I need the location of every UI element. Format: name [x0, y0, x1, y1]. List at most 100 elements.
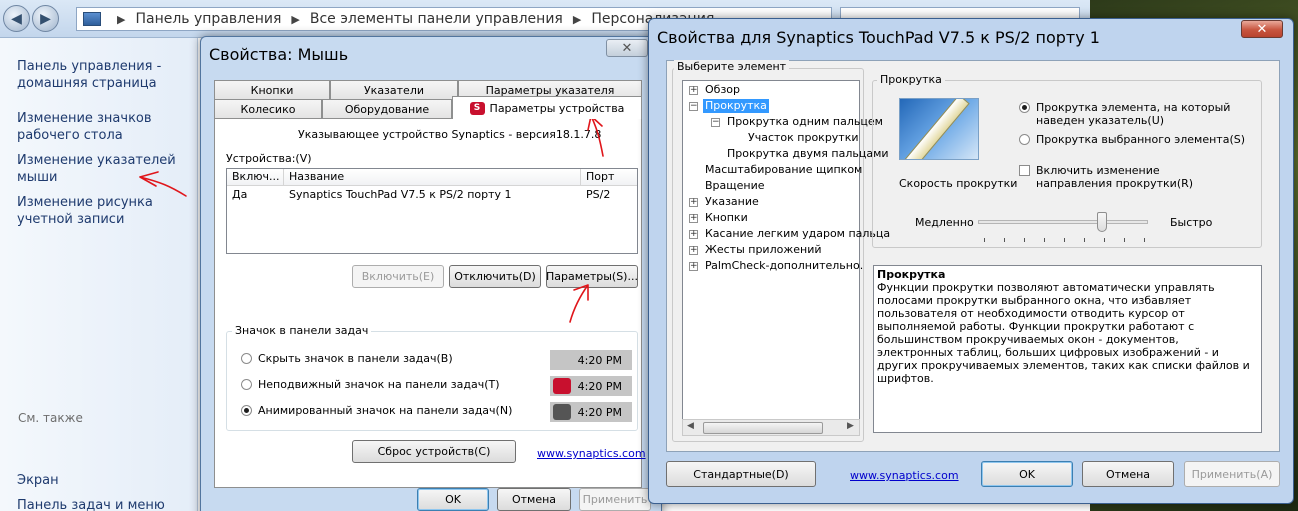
sidebar-link-desktop-icons[interactable]: Изменение значков рабочего стола [17, 110, 195, 144]
forward-icon[interactable]: ▶ [32, 5, 59, 32]
description-text: Функции прокрутки позволяют автоматическ… [877, 281, 1250, 385]
apply-button[interactable]: Применить [579, 488, 651, 511]
scrollbar-thumb[interactable] [703, 422, 823, 434]
tree-item-scroll-region[interactable]: Участок прокрутки [748, 131, 859, 145]
radio-static-icon[interactable] [241, 379, 252, 390]
device-version-text: Указывающее устройство Synaptics - верси… [298, 128, 602, 141]
tree-item-one-finger-scroll[interactable]: Прокрутка одним пальцем [727, 115, 883, 129]
see-also-label: См. также [18, 411, 83, 425]
tree-item-tapping[interactable]: Касание легким ударом пальца [705, 227, 890, 241]
defaults-button[interactable]: Стандартные(D) [666, 461, 816, 487]
radio-scroll-under-pointer-label[interactable]: Прокрутка элемента, на который наведен у… [1036, 101, 1251, 127]
window-title: Свойства для Synaptics TouchPad V7.5 к P… [657, 28, 1100, 47]
ok-button[interactable]: OK [981, 461, 1073, 487]
scrollbar-graphic [904, 99, 970, 159]
sidebar-link-account-picture[interactable]: Изменение рисунка учетной записи [17, 194, 195, 228]
tree-item-overview[interactable]: Обзор [705, 83, 740, 97]
close-icon[interactable]: ✕ [606, 39, 648, 57]
reverse-direction-label[interactable]: Включить изменение направления прокрутки… [1036, 164, 1236, 190]
slider-slow-label: Медленно [915, 216, 974, 229]
expand-icon[interactable]: + [689, 262, 698, 271]
devices-label: Устройства:(V) [226, 152, 312, 165]
column-header-name[interactable]: Название [284, 169, 581, 185]
synaptics-tray-icon [553, 378, 571, 394]
tree-item-rotation[interactable]: Вращение [705, 179, 765, 193]
animated-touchpad-icon [553, 404, 571, 420]
slider-tick [1124, 238, 1125, 242]
synaptics-link[interactable]: www.synaptics.com [537, 447, 646, 460]
synaptics-link[interactable]: www.synaptics.com [850, 469, 959, 482]
devices-list[interactable]: Включ... Название Порт Да Synaptics Touc… [226, 168, 638, 254]
radio-scroll-selected-label[interactable]: Прокрутка выбранного элемента(S) [1036, 133, 1245, 146]
tab-hardware[interactable]: Оборудование [322, 99, 452, 119]
tree-horizontal-scrollbar[interactable]: ◀ ▶ [682, 419, 860, 436]
chevron-right-icon: ▶ [572, 12, 582, 26]
disable-button[interactable]: Отключить(D) [449, 265, 541, 288]
table-row[interactable]: Да Synaptics TouchPad V7.5 к PS/2 порту … [227, 186, 637, 203]
radio-static-icon-label[interactable]: Неподвижный значок на панели задач(T) [258, 378, 500, 391]
clock-time: 4:20 PM [577, 379, 622, 393]
devices-list-header: Включ... Название Порт [227, 169, 637, 186]
breadcrumb-item[interactable]: Все элементы панели управления [310, 11, 563, 27]
synaptics-icon: S [469, 101, 485, 115]
tree-item-scrolling[interactable]: Прокрутка [703, 99, 769, 113]
scroll-speed-slider-track[interactable] [978, 220, 1148, 224]
breadcrumb-item[interactable]: Панель управления [135, 11, 281, 27]
tree-item-pinch-zoom[interactable]: Масштабирование щипком [705, 163, 862, 177]
collapse-icon[interactable]: − [711, 118, 720, 127]
tree-item-two-finger-scroll[interactable]: Прокрутка двумя пальцами [727, 147, 889, 161]
column-header-enabled[interactable]: Включ... [227, 169, 284, 185]
expand-icon[interactable]: + [689, 86, 698, 95]
tree-item-buttons[interactable]: Кнопки [705, 211, 748, 225]
see-also-link-taskbar[interactable]: Панель задач и меню [17, 498, 165, 511]
collapse-icon[interactable]: − [689, 102, 698, 111]
cancel-button[interactable]: Отмена [1082, 461, 1174, 487]
radio-hide-icon-label[interactable]: Скрыть значок в панели задач(B) [258, 352, 453, 365]
ok-button[interactable]: OK [417, 488, 489, 511]
scroll-speed-slider-thumb[interactable] [1097, 212, 1107, 232]
tree-item-palmcheck[interactable]: PalmCheck-дополнительно. [705, 259, 863, 273]
tab-wheel[interactable]: Колесико [214, 99, 322, 119]
radio-scroll-selected[interactable] [1019, 134, 1030, 145]
cell-enabled: Да [232, 188, 248, 201]
sidebar-link-home[interactable]: Панель управления - домашняя страница [17, 58, 195, 92]
reverse-direction-checkbox[interactable] [1019, 165, 1030, 176]
slider-tick [1004, 238, 1005, 242]
slider-fast-label: Быстро [1170, 216, 1213, 229]
see-also-link-display[interactable]: Экран [17, 473, 59, 488]
cell-name: Synaptics TouchPad V7.5 к PS/2 порту 1 [289, 188, 512, 201]
expand-icon[interactable]: + [689, 246, 698, 255]
scroll-right-icon[interactable]: ▶ [847, 421, 854, 431]
apply-button[interactable]: Применить(A) [1184, 461, 1280, 487]
tree-item-app-gestures[interactable]: Жесты приложений [705, 243, 822, 257]
scrolling-group-title: Прокрутка [877, 73, 945, 86]
tab-pointers[interactable]: Указатели [330, 80, 458, 100]
clock-time: 4:20 PM [577, 405, 622, 419]
control-panel-icon [83, 12, 101, 26]
enable-button[interactable]: Включить(E) [352, 265, 444, 288]
reset-devices-button[interactable]: Сброс устройств(C) [352, 440, 516, 463]
close-icon[interactable]: ✕ [1241, 20, 1283, 38]
back-icon[interactable]: ◀ [3, 5, 30, 32]
slider-tick [1064, 238, 1065, 242]
clock-preview: 4:20 PM [550, 402, 632, 422]
expand-icon[interactable]: + [689, 214, 698, 223]
radio-animated-icon-label[interactable]: Анимированный значок на панели задач(N) [258, 404, 512, 417]
scroll-speed-label: Скорость прокрутки [899, 177, 1018, 190]
tab-buttons[interactable]: Кнопки [214, 80, 330, 100]
sidebar-link-mouse-pointers[interactable]: Изменение указателей мыши [17, 152, 195, 186]
slider-tick [1024, 238, 1025, 242]
expand-icon[interactable]: + [689, 230, 698, 239]
slider-tick [1084, 238, 1085, 242]
column-header-port[interactable]: Порт [581, 169, 637, 185]
radio-animated-icon[interactable] [241, 405, 252, 416]
radio-hide-icon[interactable] [241, 353, 252, 364]
tree-item-pointing[interactable]: Указание [705, 195, 759, 209]
radio-scroll-under-pointer[interactable] [1019, 102, 1030, 113]
expand-icon[interactable]: + [689, 198, 698, 207]
cancel-button[interactable]: Отмена [497, 488, 571, 511]
tray-icon-group-title: Значок в панели задач [232, 324, 372, 337]
scroll-left-icon[interactable]: ◀ [687, 421, 694, 431]
device-params-button[interactable]: Параметры(S)... [546, 265, 638, 288]
tab-device-settings[interactable]: S Параметры устройства [452, 96, 642, 119]
